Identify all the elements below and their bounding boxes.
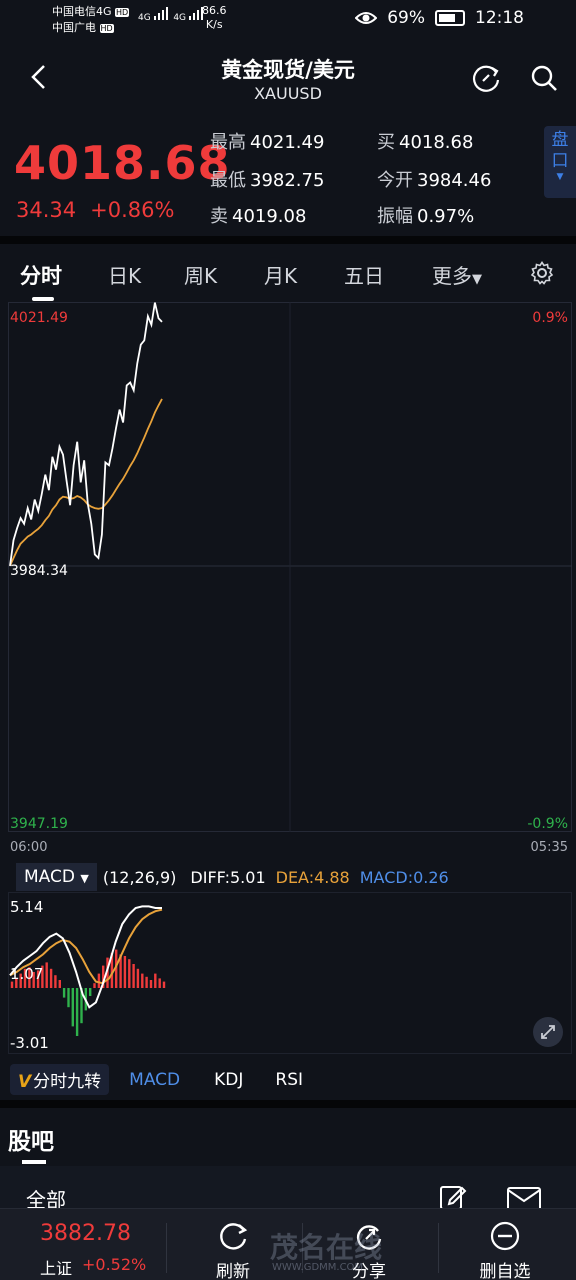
tab-more[interactable]: 更多▼ <box>432 260 482 289</box>
search-icon[interactable] <box>528 62 560 94</box>
settings-gear-icon[interactable] <box>530 261 554 285</box>
macd-bar <box>145 976 148 988</box>
macd-chart[interactable] <box>8 892 572 1054</box>
macd-bar <box>136 968 140 988</box>
active-tab-indicator <box>32 297 54 301</box>
minus-circle-icon <box>490 1221 520 1251</box>
price-line <box>9 302 163 567</box>
index-name: 上证 <box>40 1259 73 1278</box>
x-axis-start: 06:00 <box>10 840 48 855</box>
nav-separator <box>166 1223 167 1273</box>
divider <box>0 1100 576 1108</box>
hd-badge: HD <box>99 24 114 33</box>
tab-intraday[interactable]: 分时 <box>20 260 62 290</box>
forum-title[interactable]: 股吧 <box>8 1122 54 1156</box>
last-price: 4018.68 <box>14 136 231 190</box>
macd-bar <box>132 964 135 988</box>
eye-icon <box>355 12 378 24</box>
macd-bar <box>97 973 101 988</box>
macd-bar <box>123 956 127 988</box>
nav-separator <box>438 1223 439 1273</box>
indicator-selector[interactable]: MACD ▼ <box>16 863 97 891</box>
macd-bar <box>158 978 161 988</box>
price-change: 34.34 +0.86% <box>16 198 175 222</box>
macd-bar <box>75 988 79 1036</box>
macd-y-top: 5.14 <box>10 898 44 916</box>
macd-bar <box>93 983 96 988</box>
fullscreen-icon[interactable] <box>532 1016 564 1048</box>
dropdown-icon: ▼ <box>80 872 89 885</box>
remove-watchlist-button[interactable]: 删自选 <box>450 1213 560 1280</box>
macd-legend: MACD ▼ (12,26,9) DIFF:5.01 DEA:4.88 MACD… <box>16 862 449 892</box>
tab-kdj[interactable]: KDJ <box>214 1070 243 1090</box>
macd-bar <box>128 959 131 988</box>
macd-bar <box>49 968 53 988</box>
macd-bar <box>45 962 48 988</box>
status-bar: 中国电信4G HD 中国广电 HD 4G 4G 86.6 K/s 69% 12:… <box>0 0 576 40</box>
index-value[interactable]: 3882.78 <box>40 1221 131 1246</box>
macd-dea-value: DEA:4.88 <box>275 867 350 887</box>
tab-macd[interactable]: MACD <box>129 1070 180 1090</box>
macd-bar <box>62 988 66 998</box>
y-axis-high: 4021.49 <box>10 310 68 326</box>
tab-daily-k[interactable]: 日K <box>108 260 141 289</box>
intraday-price-chart[interactable] <box>8 302 572 836</box>
macd-y-mid: 1.07 <box>10 965 44 983</box>
stat-low: 最低 3982.75 <box>210 170 325 191</box>
indicator-tabs: V 分时九转 MACD KDJ RSI <box>10 1064 303 1095</box>
signal-icon: 4G 4G <box>138 6 203 23</box>
macd-bar <box>154 973 157 988</box>
index-change: +0.52% <box>82 1255 147 1274</box>
battery-icon <box>435 10 465 26</box>
stat-high: 最高 4021.49 <box>210 132 325 153</box>
y-axis-baseline: 3984.34 <box>10 563 68 579</box>
y-axis-low-pct: -0.9% <box>527 816 568 832</box>
carrier-info: 中国电信4G HD 中国广电 HD <box>52 5 130 34</box>
macd-bar <box>67 988 70 1008</box>
network-speed: 86.6 K/s <box>202 4 227 31</box>
quote-panel: 4018.68 34.34 +0.86% 最高 4021.49 最低 3982.75 … <box>0 118 576 230</box>
macd-diff-value: DIFF:5.01 <box>190 867 266 887</box>
macd-bar <box>162 981 166 988</box>
refresh-icon[interactable] <box>470 62 502 94</box>
tab-weekly-k[interactable]: 周K <box>184 260 217 289</box>
tab-five-day[interactable]: 五日 <box>344 260 384 289</box>
macd-y-bottom: -3.01 <box>10 1034 49 1052</box>
tab-rsi[interactable]: RSI <box>275 1070 303 1090</box>
stat-bid: 买 4018.68 <box>377 132 474 153</box>
divider <box>0 236 576 244</box>
clock: 12:18 <box>475 8 524 28</box>
header: 黄金现货/美元 XAUUSD <box>0 48 576 108</box>
dropdown-icon: ▼ <box>472 272 482 287</box>
hd-badge: HD <box>115 8 130 17</box>
v-icon: V <box>18 1072 32 1092</box>
macd-bar <box>58 980 61 988</box>
watermark: 茂名在线 <box>270 1231 383 1264</box>
y-axis-low: 3947.19 <box>10 816 68 832</box>
stat-ask: 卖 4019.08 <box>210 206 307 227</box>
tab-jiuzhuan[interactable]: V 分时九转 <box>10 1064 110 1095</box>
tab-monthly-k[interactable]: 月K <box>264 260 297 289</box>
macd-bar <box>89 988 92 996</box>
macd-bar <box>54 975 57 988</box>
macd-bar <box>71 988 74 1027</box>
macd-histogram <box>10 949 166 1036</box>
stat-amplitude: 振幅 0.97% <box>377 206 475 227</box>
stat-open: 今开 3984.46 <box>377 170 492 191</box>
chart-frame <box>8 892 572 1054</box>
y-axis-high-pct: 0.9% <box>532 310 568 326</box>
macd-params: (12,26,9) <box>102 867 177 887</box>
period-tabs: 分时 日K 周K 月K 五日 更多▼ <box>0 244 576 302</box>
macd-bar <box>141 973 144 988</box>
order-book-button[interactable]: 盘口 ▼ <box>544 126 576 198</box>
battery-percent: 69% <box>387 8 425 28</box>
macd-hist-value: MACD:0.26 <box>359 867 449 887</box>
macd-bar <box>149 980 153 988</box>
refresh-icon <box>220 1223 248 1250</box>
forum-title-underline <box>22 1160 46 1164</box>
watermark-url: WWW.GDMM.COM <box>272 1262 364 1273</box>
x-axis-end: 05:35 <box>530 840 568 855</box>
